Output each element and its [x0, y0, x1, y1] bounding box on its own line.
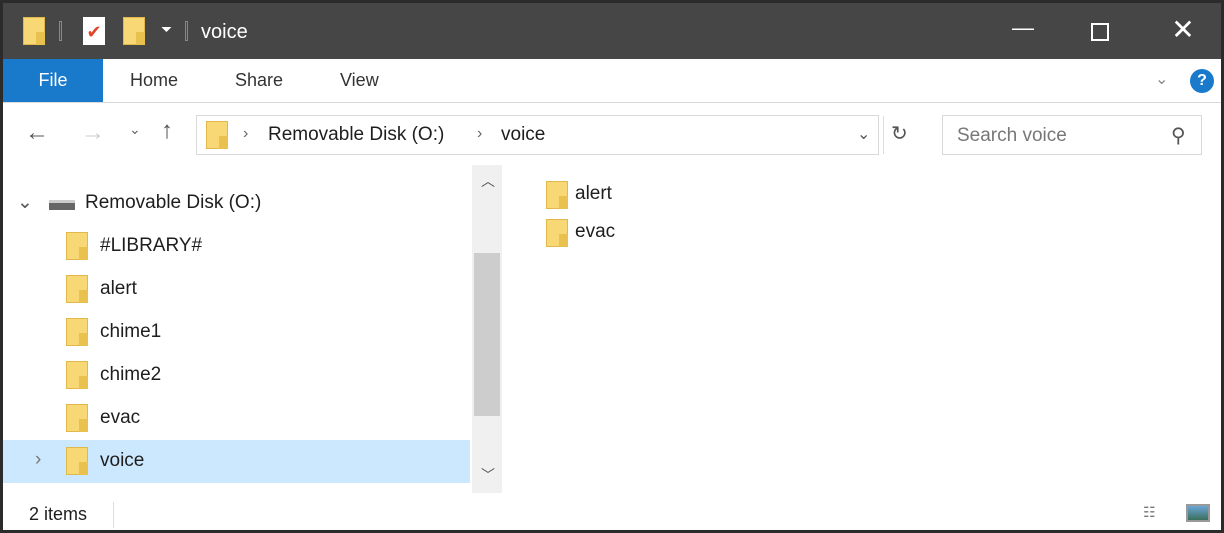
- search-placeholder: Search voice: [957, 125, 1067, 146]
- details-view-icon[interactable]: ☷: [1143, 504, 1156, 521]
- close-button[interactable]: ✕: [1163, 13, 1203, 46]
- nav-root-drive[interactable]: ⌄ Removable Disk (O:): [3, 182, 470, 225]
- explorer-window: ✔ ⏷ voice — ✕ File Home Share View ⌄ ? ←…: [0, 0, 1224, 533]
- search-input[interactable]: Search voice ⚲: [942, 115, 1202, 155]
- nav-item-voice[interactable]: › voice: [3, 440, 470, 483]
- back-button[interactable]: ←: [25, 119, 49, 147]
- nav-label: voice: [100, 450, 145, 471]
- window-title: voice: [201, 21, 248, 43]
- tab-home[interactable]: Home: [130, 59, 178, 102]
- separator: [59, 21, 62, 41]
- maximize-button[interactable]: [1091, 23, 1109, 41]
- chevron-down-icon[interactable]: ⌄: [17, 191, 33, 214]
- scroll-up-arrow[interactable]: ︿: [481, 171, 495, 191]
- drive-icon: [49, 200, 75, 210]
- forward-button[interactable]: →: [81, 119, 105, 147]
- item-count: 2 items: [29, 504, 88, 524]
- folder-icon: [23, 17, 45, 45]
- file-label: evac: [575, 221, 616, 242]
- folder-icon: [66, 275, 88, 303]
- folder-icon: [546, 181, 568, 209]
- expand-ribbon-icon[interactable]: ⌄: [1155, 69, 1168, 89]
- scroll-down-arrow[interactable]: ﹀: [481, 465, 495, 485]
- folder-icon: [206, 121, 228, 149]
- title-bar: ✔ ⏷ voice — ✕: [3, 3, 1221, 59]
- recent-locations-button[interactable]: ⌄: [129, 121, 141, 138]
- folder-icon: [66, 404, 88, 432]
- folder-icon: [66, 318, 88, 346]
- minimize-button[interactable]: —: [1003, 15, 1043, 41]
- nav-label: #LIBRARY#: [100, 235, 203, 256]
- ribbon: File Home Share View ⌄ ?: [3, 59, 1221, 103]
- nav-label: chime1: [100, 321, 162, 342]
- status-bar: 2 items ☷: [3, 498, 1221, 530]
- folder-icon: [66, 232, 88, 260]
- nav-scrollbar[interactable]: ︿ ﹀: [472, 165, 502, 493]
- new-folder-icon[interactable]: [123, 17, 145, 45]
- nav-label: chime2: [100, 364, 162, 385]
- breadcrumb-drive[interactable]: Removable Disk (O:): [268, 124, 444, 146]
- address-dropdown-icon[interactable]: ⌄: [857, 124, 870, 144]
- tab-view[interactable]: View: [340, 59, 379, 102]
- nav-item-chime2[interactable]: chime2: [3, 354, 470, 397]
- address-bar[interactable]: › Removable Disk (O:) › voice ⌄: [196, 115, 884, 155]
- refresh-icon[interactable]: ↻: [891, 121, 908, 146]
- chevron-right-icon: ›: [477, 125, 483, 142]
- customize-quick-access-icon[interactable]: ⏷: [161, 21, 172, 38]
- navigation-pane: ⌄ Removable Disk (O:) #LIBRARY# alert ch…: [3, 165, 470, 483]
- nav-label: alert: [100, 278, 137, 299]
- nav-item-alert[interactable]: alert: [3, 268, 470, 311]
- file-label: alert: [575, 183, 612, 204]
- up-button[interactable]: ↑: [161, 117, 173, 145]
- help-icon[interactable]: ?: [1190, 69, 1214, 93]
- breadcrumb-voice[interactable]: voice: [501, 124, 545, 146]
- folder-icon: [66, 361, 88, 389]
- address-row: ← → ⌄ ↑ › Removable Disk (O:) › voice ⌄ …: [3, 103, 1221, 165]
- folder-icon: [546, 219, 568, 247]
- folder-icon: [66, 447, 88, 475]
- chevron-right-icon[interactable]: ›: [35, 449, 41, 471]
- nav-label: evac: [100, 407, 141, 428]
- nav-item-evac[interactable]: evac: [3, 397, 470, 440]
- nav-item-chime1[interactable]: chime1: [3, 311, 470, 354]
- chevron-right-icon: ›: [243, 125, 249, 142]
- tab-share[interactable]: Share: [235, 59, 283, 102]
- nav-item-library[interactable]: #LIBRARY#: [3, 225, 470, 268]
- separator: [185, 21, 188, 41]
- search-icon[interactable]: ⚲: [1171, 123, 1186, 148]
- properties-icon[interactable]: ✔: [83, 17, 105, 45]
- large-icons-view-icon[interactable]: [1186, 504, 1210, 522]
- nav-label: Removable Disk (O:): [85, 192, 262, 213]
- scrollbar-thumb[interactable]: [474, 253, 500, 416]
- tab-file[interactable]: File: [3, 59, 103, 102]
